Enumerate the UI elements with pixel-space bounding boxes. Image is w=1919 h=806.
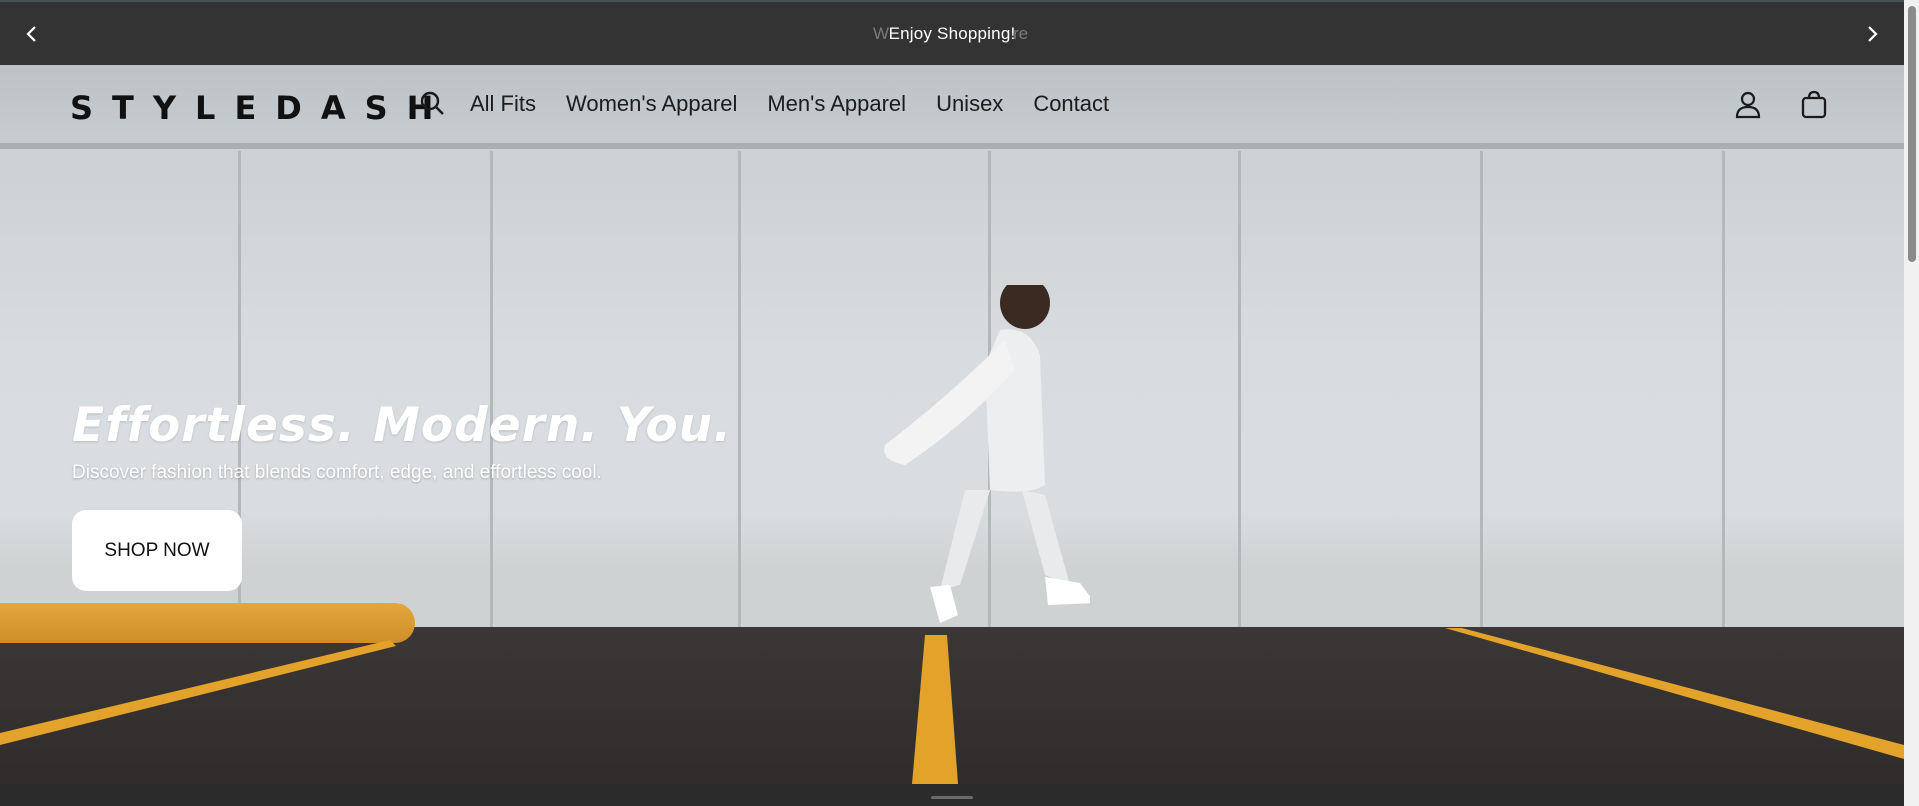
- nav-menu: All Fits Women's Apparel Men's Apparel U…: [470, 91, 1139, 117]
- drag-handle[interactable]: [931, 796, 973, 799]
- announcement-bar: W Enjoy Shopping! re: [0, 0, 1904, 65]
- announcement-next-button[interactable]: [1854, 16, 1890, 52]
- bottom-strip: [0, 784, 1904, 806]
- hero-headline: Effortless. Modern. You.: [72, 398, 733, 453]
- nav-item-unisex[interactable]: Unisex: [936, 91, 1003, 117]
- search-icon: [420, 91, 444, 115]
- bag-icon: [1801, 90, 1827, 119]
- announcement-message: Enjoy Shopping!: [888, 24, 1016, 43]
- account-button[interactable]: [1733, 90, 1763, 120]
- chevron-right-icon: [1868, 26, 1878, 42]
- nav-item-all-fits[interactable]: All Fits: [470, 91, 536, 117]
- search-button[interactable]: [418, 89, 448, 119]
- nav-item-womens-apparel[interactable]: Women's Apparel: [566, 91, 737, 117]
- nav-item-contact[interactable]: Contact: [1033, 91, 1109, 117]
- main-nav: STYLEDASH All Fits Women's Apparel Men's…: [0, 65, 1904, 145]
- shop-now-button[interactable]: SHOP NOW: [72, 510, 242, 591]
- announcement-ghost-right: re: [1013, 24, 1029, 43]
- scrollbar-thumb[interactable]: [1908, 6, 1916, 262]
- cart-button[interactable]: [1798, 89, 1830, 121]
- brand-logo[interactable]: STYLEDASH: [70, 89, 452, 127]
- hero-subline: Discover fashion that blends comfort, ed…: [72, 462, 602, 483]
- nav-item-mens-apparel[interactable]: Men's Apparel: [767, 91, 906, 117]
- model-figure: [884, 285, 1090, 623]
- user-icon: [1735, 91, 1761, 119]
